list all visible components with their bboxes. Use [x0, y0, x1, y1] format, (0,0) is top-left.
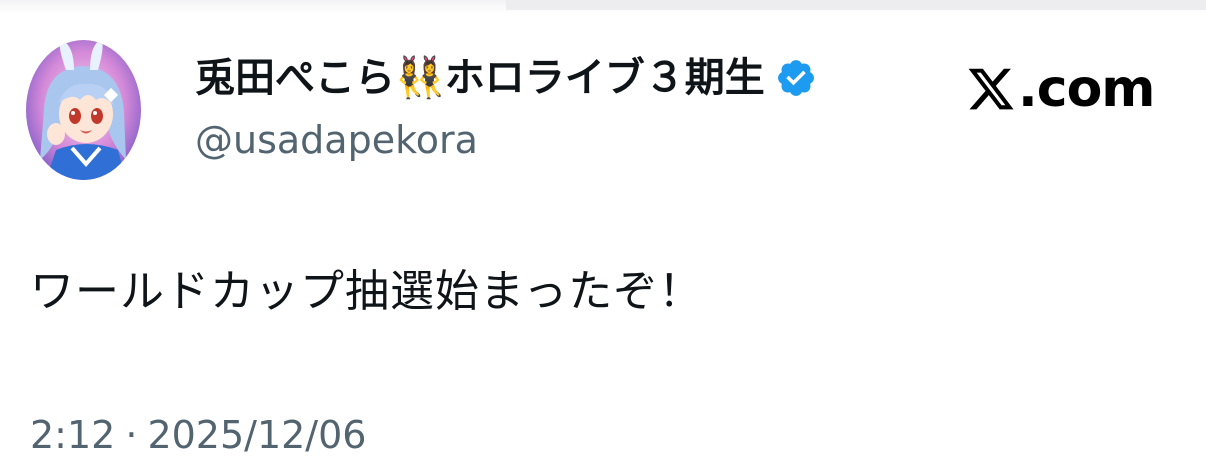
timestamp-separator: ·: [125, 413, 138, 457]
top-divider-right: [506, 0, 1206, 10]
x-logo-icon: [968, 68, 1014, 110]
avatar[interactable]: [26, 40, 141, 180]
x-com-watermark: .com: [966, 59, 1155, 119]
display-name[interactable]: 兎田ぺこら👯‍♀️ホロライブ３期生: [195, 52, 817, 104]
tweet-time: 2:12: [30, 413, 116, 457]
avatar-image: [26, 40, 141, 180]
x-com-label: .com: [1018, 59, 1155, 119]
top-divider: [0, 0, 1206, 14]
tweet-card: 兎田ぺこら👯‍♀️ホロライブ３期生 @usadapekora .com ワールド…: [0, 0, 1206, 472]
user-handle[interactable]: @usadapekora: [195, 116, 478, 164]
display-name-text: 兎田ぺこら👯‍♀️ホロライブ３期生: [195, 55, 765, 101]
verified-badge-icon: [777, 60, 814, 96]
tweet-timestamp[interactable]: 2:12 · 2025/12/06: [30, 410, 366, 460]
tweet-date: 2025/12/06: [147, 413, 367, 457]
tweet-text: ワールドカップ抽選始まったぞ！: [30, 266, 704, 317]
